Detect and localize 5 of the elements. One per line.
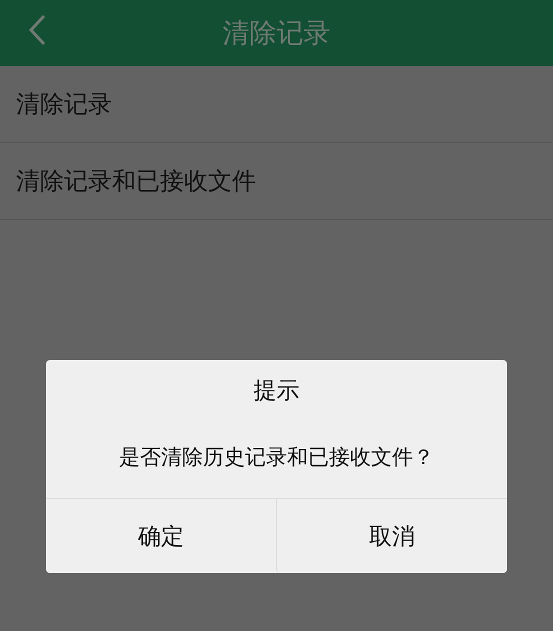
dialog-title: 提示 — [252, 377, 300, 406]
back-icon[interactable] — [28, 14, 46, 46]
dialog-message: 是否清除历史记录和已接收文件？ — [118, 444, 435, 470]
screen-title: 清除记录 — [222, 17, 330, 51]
dialog-button[interactable]: 取消 — [276, 499, 507, 573]
